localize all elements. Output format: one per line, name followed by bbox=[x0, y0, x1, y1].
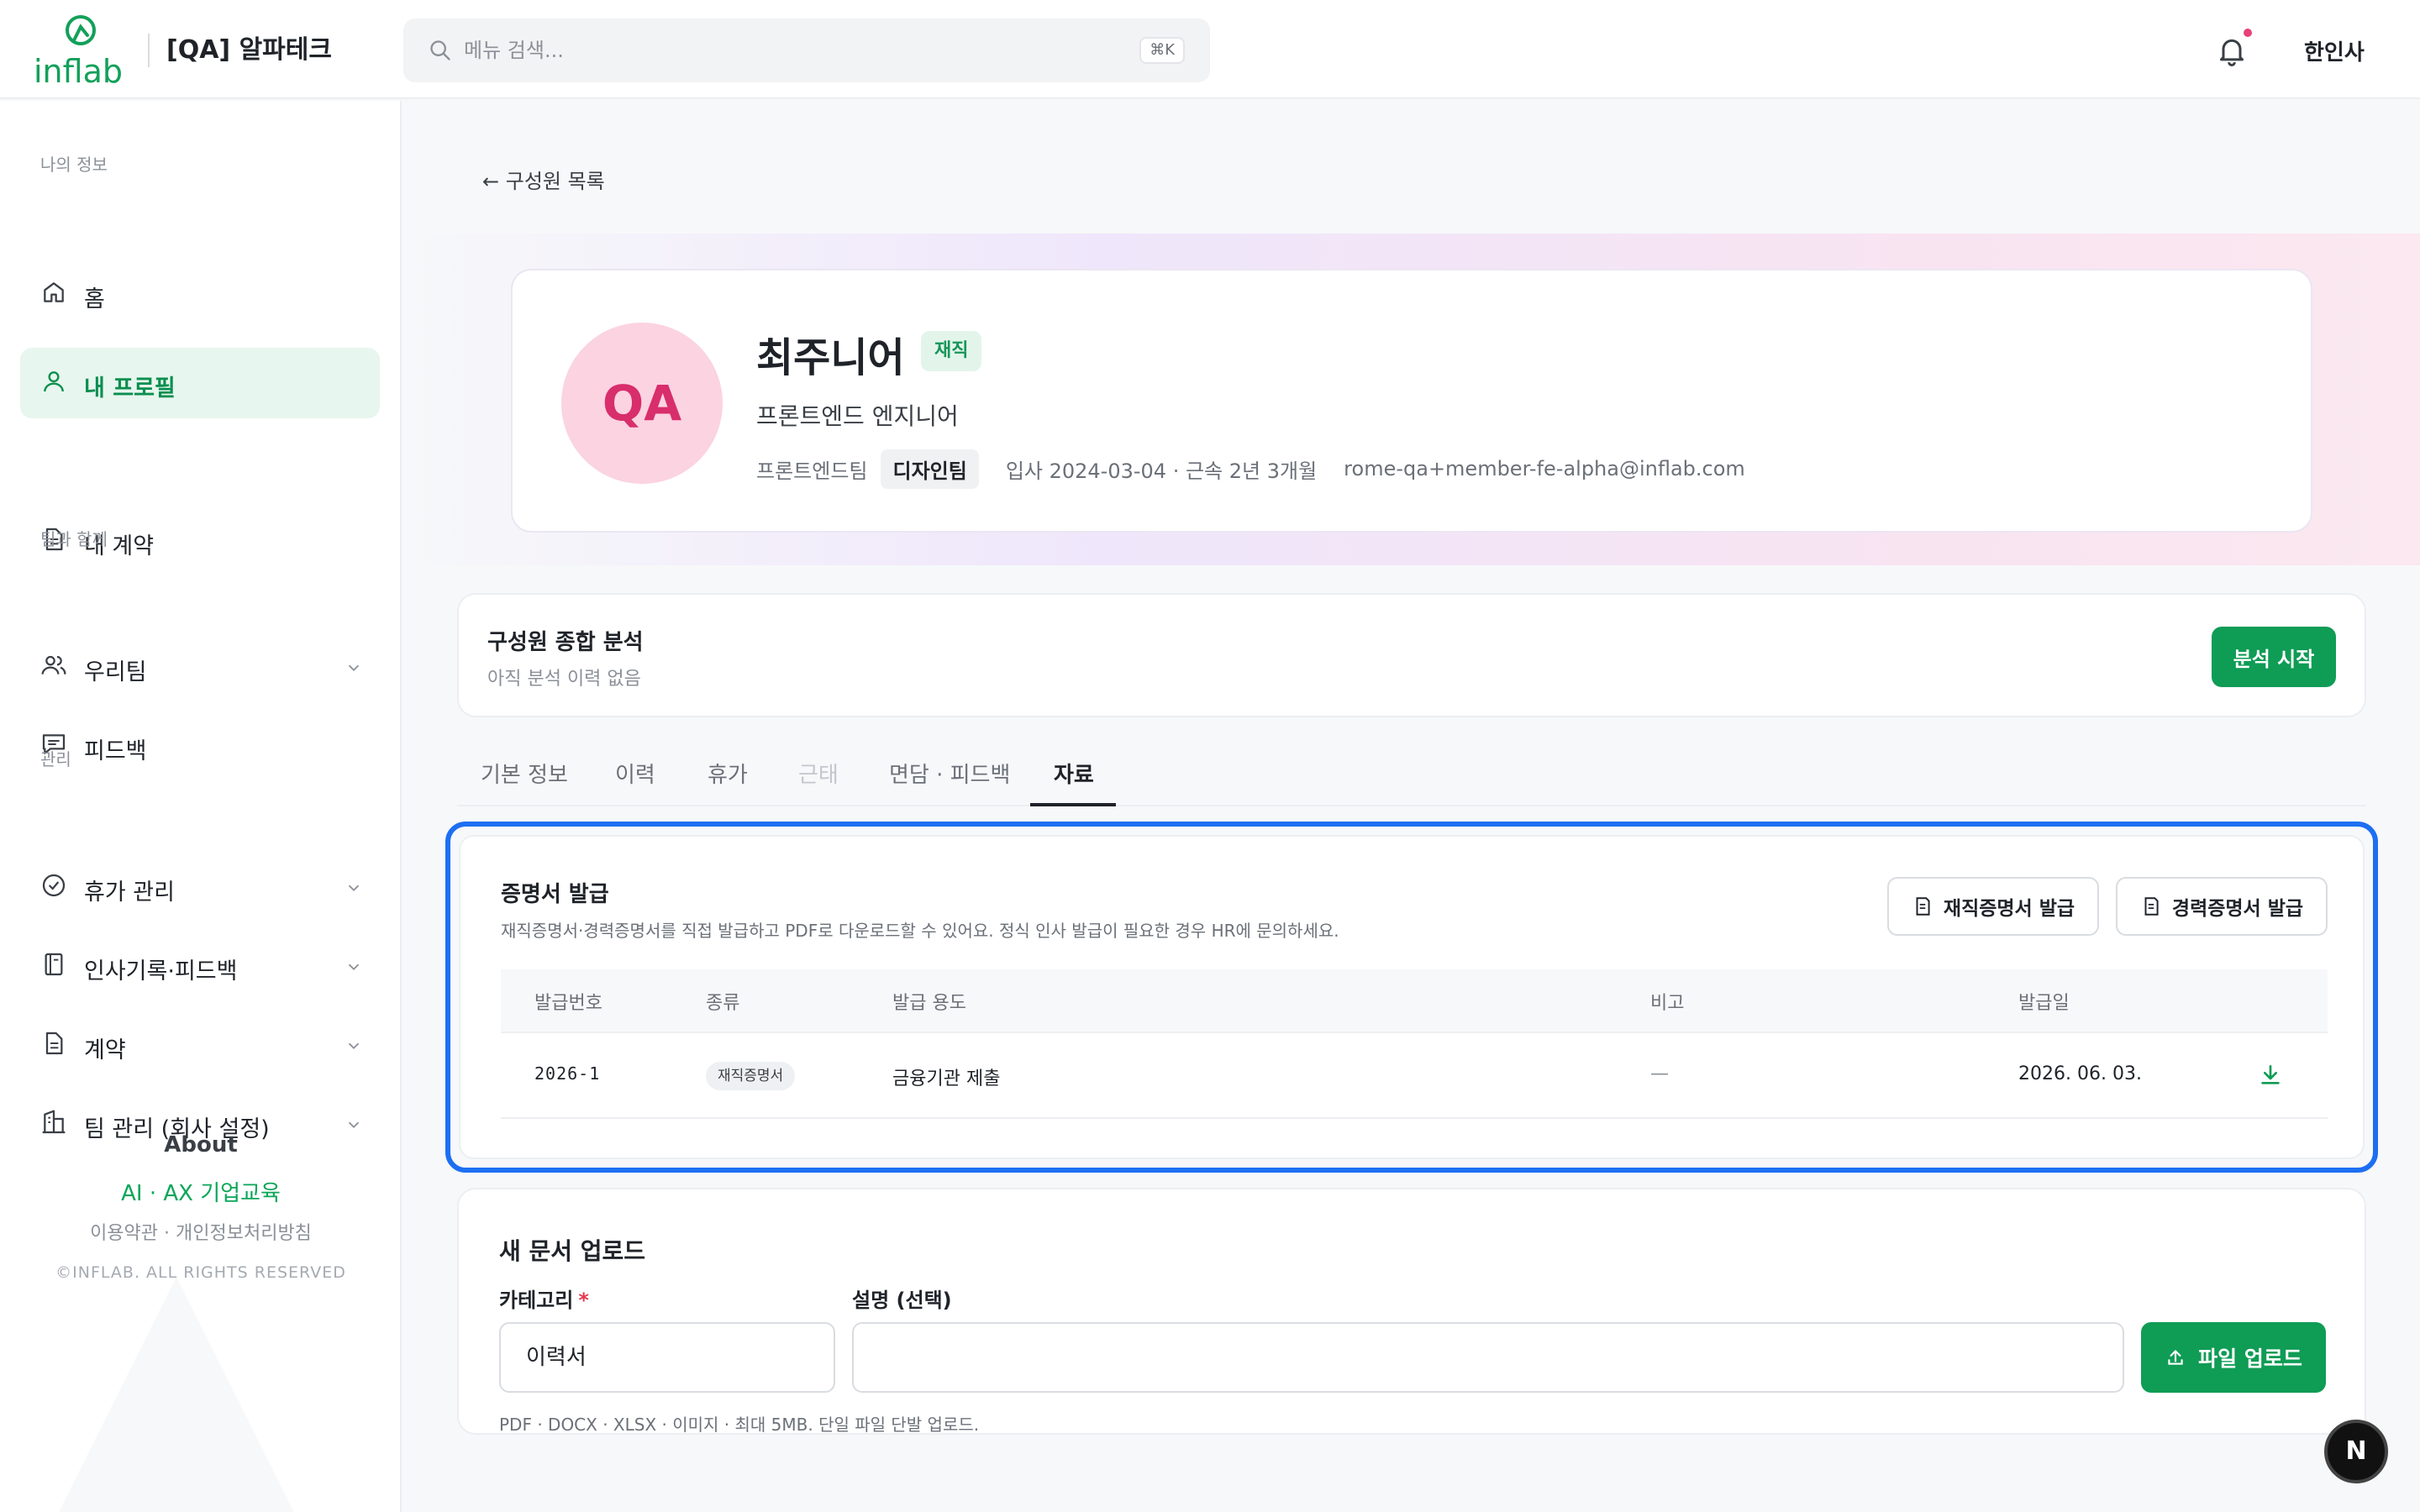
check-circle-icon bbox=[42, 874, 66, 897]
logo-divider bbox=[148, 34, 150, 67]
sidebar-item-my-profile[interactable]: 내 프로필 bbox=[20, 348, 380, 418]
top-header: inflab [QA] 알파테크 ⌘K 한인사 bbox=[0, 0, 2420, 99]
search-shortcut: ⌘K bbox=[1139, 37, 1185, 64]
sidebar-item-label: 내 프로필 bbox=[84, 375, 176, 402]
tab-interview-feedback[interactable]: 면담 · 피드백 bbox=[889, 758, 1010, 789]
copyright: ©INFLAB. ALL RIGHTS RESERVED bbox=[55, 1263, 346, 1282]
back-to-members-link[interactable]: ← 구성원 목록 bbox=[482, 165, 605, 194]
sidebar-item-label: 계약 bbox=[84, 1037, 126, 1063]
chevron-down-icon bbox=[348, 1042, 360, 1050]
tab-history[interactable]: 이력 bbox=[615, 758, 655, 789]
file-upload-button[interactable]: 파일 업로드 bbox=[2141, 1322, 2326, 1393]
sidebar-item-contract[interactable]: 계약 bbox=[20, 1010, 380, 1080]
section-label-my-info: 나의 정보 bbox=[40, 155, 108, 175]
record-icon bbox=[45, 953, 63, 976]
analysis-title: 구성원 종합 분석 bbox=[487, 630, 644, 655]
sidebar-item-label: 홈 bbox=[84, 286, 105, 312]
chevron-down-icon bbox=[348, 963, 360, 971]
description-label: 설명 (선택) bbox=[852, 1289, 952, 1312]
avatar: QA bbox=[561, 323, 723, 484]
notification-dot bbox=[2244, 29, 2252, 37]
tab-vacation[interactable]: 휴가 bbox=[708, 758, 748, 789]
profile-role: 프론트엔드 엔지니어 bbox=[756, 402, 959, 430]
sidebar: 나의 정보 홈 휴가 내 프로필 내 계약 팀과 함께 우리팀 피드백 관리 휴… bbox=[0, 101, 402, 1512]
chevron-down-icon bbox=[348, 885, 360, 892]
about-link[interactable]: AI · AX 기업교육 bbox=[0, 1176, 400, 1207]
upload-title: 새 문서 업로드 bbox=[499, 1237, 646, 1265]
profile-name: 최주니어 bbox=[756, 334, 905, 381]
section-label-manage: 관리 bbox=[40, 749, 71, 769]
description-input[interactable] bbox=[852, 1322, 2124, 1393]
upload-icon bbox=[2168, 1350, 2183, 1365]
file-upload-label: 파일 업로드 bbox=[2198, 1347, 2302, 1371]
search-icon bbox=[430, 40, 450, 60]
about-title: About bbox=[164, 1132, 238, 1158]
profile-email: rome-qa+member-fe-alpha@inflab.com bbox=[1344, 457, 1745, 480]
contract-icon bbox=[45, 1032, 63, 1055]
upload-hint: PDF · DOCX · XLSX · 이미지 · 최대 5MB. 단일 파일 … bbox=[499, 1415, 980, 1435]
sidebar-item-label: 피드백 bbox=[84, 738, 147, 764]
selection-highlight bbox=[445, 822, 2378, 1173]
category-label-text: 카테고리 bbox=[499, 1289, 574, 1312]
section-label-team: 팀과 함께 bbox=[40, 529, 108, 549]
team-secondary-badge: 디자인팀 bbox=[881, 449, 979, 489]
analysis-card: 구성원 종합 분석 아직 분석 이력 없음 분석 시작 bbox=[457, 593, 2366, 717]
home-icon bbox=[44, 282, 64, 302]
sidebar-item-home[interactable]: 홈 bbox=[20, 259, 380, 329]
profile-tabs: 기본 정보 이력 휴가 근태 면담 · 피드백 자료 bbox=[457, 739, 2366, 806]
sidebar-item-vacation-manage[interactable]: 휴가 관리 bbox=[20, 852, 380, 922]
sidebar-item-our-team[interactable]: 우리팀 bbox=[20, 632, 380, 702]
svg-text:inflab: inflab bbox=[34, 53, 123, 87]
category-select[interactable]: 이력서 bbox=[499, 1322, 835, 1393]
inflab-logo[interactable]: inflab bbox=[32, 15, 133, 90]
analysis-subtitle: 아직 분석 이력 없음 bbox=[487, 669, 641, 690]
search-input[interactable] bbox=[464, 32, 1102, 69]
tab-basic-info[interactable]: 기본 정보 bbox=[481, 758, 568, 789]
team-primary: 프론트엔드팀 bbox=[756, 459, 868, 483]
chevron-down-icon bbox=[348, 1121, 360, 1129]
tab-documents[interactable]: 자료 bbox=[1054, 758, 1094, 789]
users-icon bbox=[41, 655, 66, 675]
sidebar-item-feedback[interactable]: 피드백 bbox=[20, 711, 380, 781]
sidebar-item-label: 휴가 관리 bbox=[84, 879, 175, 906]
sidebar-item-hr-records[interactable]: 인사기록·피드백 bbox=[20, 931, 380, 1001]
required-mark: * bbox=[578, 1289, 589, 1312]
active-tab-indicator bbox=[1030, 803, 1116, 806]
chevron-down-icon bbox=[348, 664, 360, 672]
join-date: 입사 2024-03-04 · 근속 2년 3개월 bbox=[1005, 459, 1318, 483]
inflab-logo-icon: inflab bbox=[34, 15, 123, 90]
user-menu[interactable]: 한인사 bbox=[2304, 35, 2365, 66]
company-name: [QA] 알파테크 bbox=[166, 35, 332, 65]
tab-attendance: 근태 bbox=[798, 763, 839, 788]
menu-search[interactable]: ⌘K bbox=[403, 18, 1210, 82]
user-icon bbox=[44, 371, 64, 392]
start-analysis-button[interactable]: 분석 시작 bbox=[2212, 627, 2336, 687]
legal-links[interactable]: 이용약관 · 개인정보처리방침 bbox=[0, 1218, 400, 1245]
status-badge: 재직 bbox=[921, 331, 982, 371]
bell-icon[interactable] bbox=[2215, 34, 2249, 67]
upload-card: 새 문서 업로드 카테고리 * 설명 (선택) 이력서 파일 업로드 PDF · … bbox=[457, 1188, 2366, 1435]
sidebar-item-label: 우리팀 bbox=[84, 659, 147, 685]
sidebar-decoration bbox=[50, 1277, 302, 1512]
floating-action-button[interactable]: N bbox=[2324, 1420, 2388, 1483]
profile-meta: 프론트엔드팀 디자인팀 입사 2024-03-04 · 근속 2년 3개월 ro… bbox=[756, 449, 1745, 489]
sidebar-item-label: 인사기록·피드백 bbox=[84, 958, 238, 984]
profile-card: QA 최주니어 재직 프론트엔드 엔지니어 프론트엔드팀 디자인팀 입사 202… bbox=[511, 269, 2312, 533]
category-label: 카테고리 * bbox=[499, 1284, 589, 1313]
